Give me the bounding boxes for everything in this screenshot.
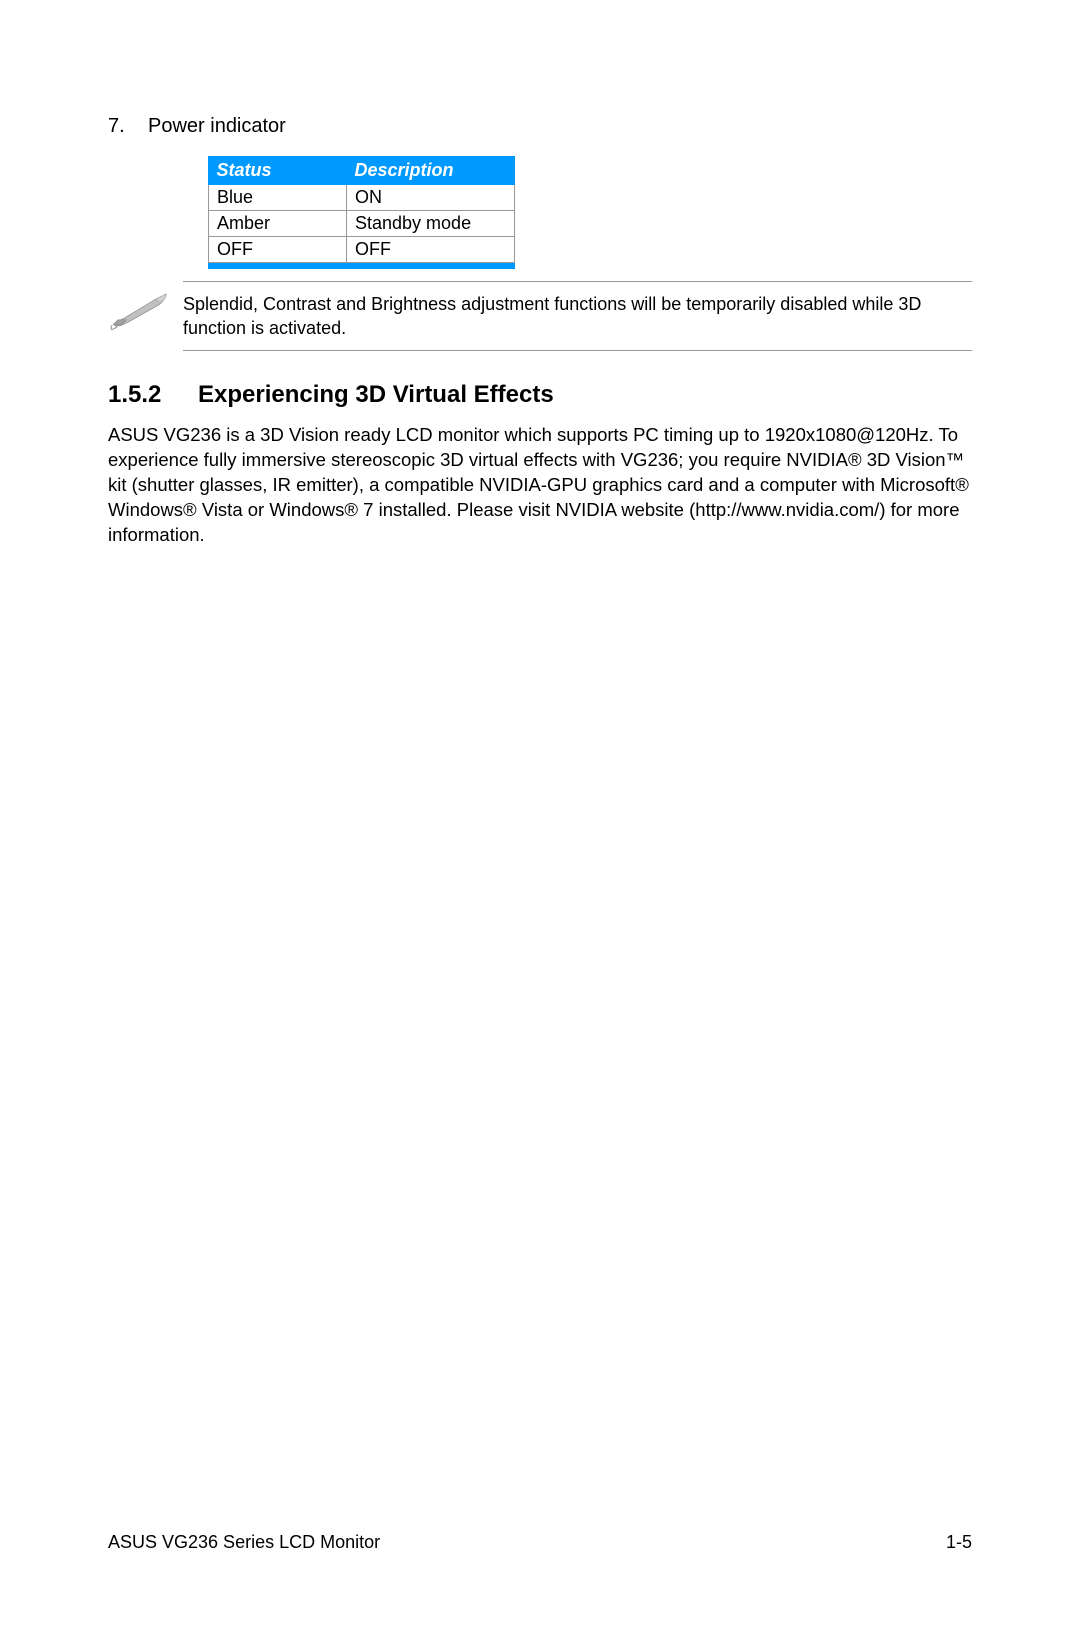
table-row: OFF OFF (209, 237, 515, 263)
note-block: Splendid, Contrast and Brightness adjust… (108, 281, 972, 352)
section-number: 1.5.2 (108, 381, 198, 409)
note-text: Splendid, Contrast and Brightness adjust… (183, 281, 972, 352)
section-body: ASUS VG236 is a 3D Vision ready LCD moni… (108, 423, 972, 548)
footer-left: ASUS VG236 Series LCD Monitor (108, 1532, 380, 1553)
table-header-row: Status Description (209, 156, 515, 185)
power-indicator-table: Status Description Blue ON Amber Standby… (208, 156, 515, 269)
list-item-power-indicator: 7. Power indicator (108, 115, 972, 138)
header-description: Description (347, 156, 515, 185)
cell-status: Amber (209, 211, 347, 237)
page-footer: ASUS VG236 Series LCD Monitor 1-5 (108, 1532, 972, 1553)
section-heading: 1.5.2 Experiencing 3D Virtual Effects (108, 381, 972, 409)
table-spacer (209, 263, 515, 269)
section-title: Experiencing 3D Virtual Effects (198, 381, 972, 409)
list-number: 7. (108, 115, 148, 138)
cell-description: ON (347, 185, 515, 211)
table-row: Blue ON (209, 185, 515, 211)
cell-status: Blue (209, 185, 347, 211)
table-row: Amber Standby mode (209, 211, 515, 237)
cell-status: OFF (209, 237, 347, 263)
list-title: Power indicator (148, 115, 972, 138)
cell-description: OFF (347, 237, 515, 263)
pen-note-icon (108, 281, 183, 339)
header-status: Status (209, 156, 347, 185)
cell-description: Standby mode (347, 211, 515, 237)
footer-page-number: 1-5 (946, 1532, 972, 1553)
